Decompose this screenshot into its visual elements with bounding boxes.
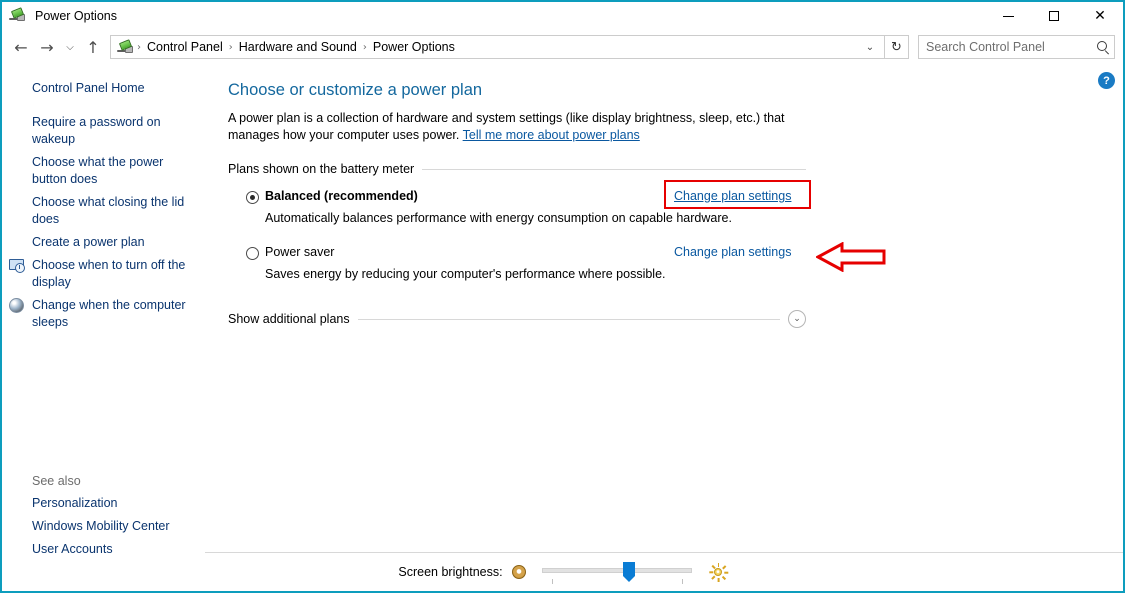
slider-tick (681, 579, 683, 584)
page-description: A power plan is a collection of hardware… (228, 110, 808, 144)
sidebar-item-label: Choose when to turn off the display (32, 258, 186, 289)
sleep-sphere-icon (8, 297, 26, 315)
breadcrumb-power-icon (117, 38, 134, 56)
monitor-clock-icon (8, 257, 26, 275)
minimize-button[interactable] (985, 1, 1031, 31)
sidebar-item-label: Change when the computer sleeps (32, 298, 186, 329)
sidebar-item-create-power-plan[interactable]: Create a power plan (2, 231, 198, 254)
sidebar-item-power-button[interactable]: Choose what the power button does (2, 151, 198, 191)
plan-name-power-saver: Power saver (265, 245, 335, 259)
plans-group-label: Plans shown on the battery meter (228, 162, 415, 176)
recent-locations-chevron-icon[interactable]: ⌵ (60, 34, 80, 60)
search-input[interactable] (926, 40, 1096, 54)
breadcrumb[interactable]: › Control Panel › Hardware and Sound › P… (110, 35, 885, 59)
show-additional-plans-row[interactable]: Show additional plans ⌄ (228, 310, 806, 328)
see-also-item-windows-mobility-center[interactable]: Windows Mobility Center (2, 515, 198, 538)
slider-track[interactable] (541, 568, 692, 573)
up-arrow-icon[interactable]: ↑ (80, 34, 106, 60)
slider-thumb[interactable] (622, 562, 635, 582)
sidebar-item-control-panel-home[interactable]: Control Panel Home (2, 77, 198, 100)
breadcrumb-item-control-panel[interactable]: Control Panel (142, 39, 228, 55)
sidebar-item-turn-off-display[interactable]: Choose when to turn off the display (2, 254, 198, 294)
title-bar: Power Options ✕ (2, 0, 1123, 30)
screen-brightness-bar: Screen brightness: (2, 553, 1123, 591)
plan-row-power-saver[interactable]: Power saver Change plan settings (228, 244, 806, 263)
plans-group: Plans shown on the battery meter Balance… (228, 161, 811, 328)
content-pane: ? Choose or customize a power plan A pow… (205, 64, 1123, 589)
show-additional-plans-label[interactable]: Show additional plans (228, 312, 350, 326)
sidebar-item-closing-lid[interactable]: Choose what closing the lid does (2, 191, 198, 231)
search-box[interactable] (918, 35, 1115, 59)
maximize-icon (1049, 11, 1059, 21)
window-controls: ✕ (985, 1, 1123, 31)
change-plan-settings-balanced[interactable]: Change plan settings (674, 188, 791, 205)
breadcrumb-item-hardware-and-sound[interactable]: Hardware and Sound (234, 39, 362, 55)
close-icon: ✕ (1094, 8, 1106, 24)
radio-power-saver[interactable] (246, 247, 259, 260)
close-button[interactable]: ✕ (1077, 1, 1123, 31)
back-arrow-icon[interactable]: ← (8, 34, 34, 60)
sidebar-item-require-password[interactable]: Require a password on wakeup (2, 111, 198, 151)
forward-arrow-icon[interactable]: → (34, 34, 60, 60)
plan-description-balanced: Automatically balances performance with … (265, 211, 732, 225)
page-title: Choose or customize a power plan (228, 81, 483, 99)
sidebar: Control Panel Home Require a password on… (2, 64, 205, 589)
brightness-slider[interactable] (541, 559, 692, 585)
window-title: Power Options (35, 9, 117, 23)
change-plan-settings-power-saver[interactable]: Change plan settings (674, 244, 791, 261)
power-plug-battery-icon (9, 7, 27, 25)
group-divider (422, 168, 806, 170)
chevron-down-icon[interactable]: ⌄ (788, 310, 806, 328)
plan-name-balanced: Balanced (recommended) (265, 189, 418, 203)
see-also-heading: See also (32, 474, 81, 488)
refresh-button[interactable]: ↻ (885, 35, 909, 59)
body-area: Control Panel Home Require a password on… (2, 64, 1123, 589)
sidebar-item-computer-sleeps[interactable]: Change when the computer sleeps (2, 294, 198, 334)
minimize-icon (1002, 15, 1014, 17)
breadcrumb-dropdown-icon[interactable]: ⌄ (860, 36, 880, 58)
screen-brightness-label: Screen brightness: (398, 565, 503, 579)
search-icon[interactable] (1096, 40, 1110, 54)
breadcrumb-item-power-options[interactable]: Power Options (368, 39, 460, 55)
plan-row-balanced[interactable]: Balanced (recommended) Change plan setti… (228, 180, 811, 209)
tell-me-more-link[interactable]: Tell me more about power plans (463, 128, 640, 142)
slider-tick (551, 579, 553, 584)
address-bar: ← → ⌵ ↑ › Control Panel › Hardware and S… (2, 30, 1123, 64)
show-more-divider (357, 318, 780, 320)
maximize-button[interactable] (1031, 1, 1077, 31)
dim-sun-icon (511, 565, 526, 579)
see-also-section: See also Personalization Windows Mobilit… (2, 474, 205, 561)
power-options-window: Power Options ✕ ← → ⌵ ↑ › Control Panel … (0, 0, 1125, 593)
bright-sun-icon (708, 562, 728, 582)
radio-balanced[interactable] (246, 191, 259, 204)
plans-group-header: Plans shown on the battery meter (228, 161, 806, 177)
plan-description-power-saver: Saves energy by reducing your computer's… (265, 267, 666, 281)
see-also-item-personalization[interactable]: Personalization (2, 492, 198, 515)
